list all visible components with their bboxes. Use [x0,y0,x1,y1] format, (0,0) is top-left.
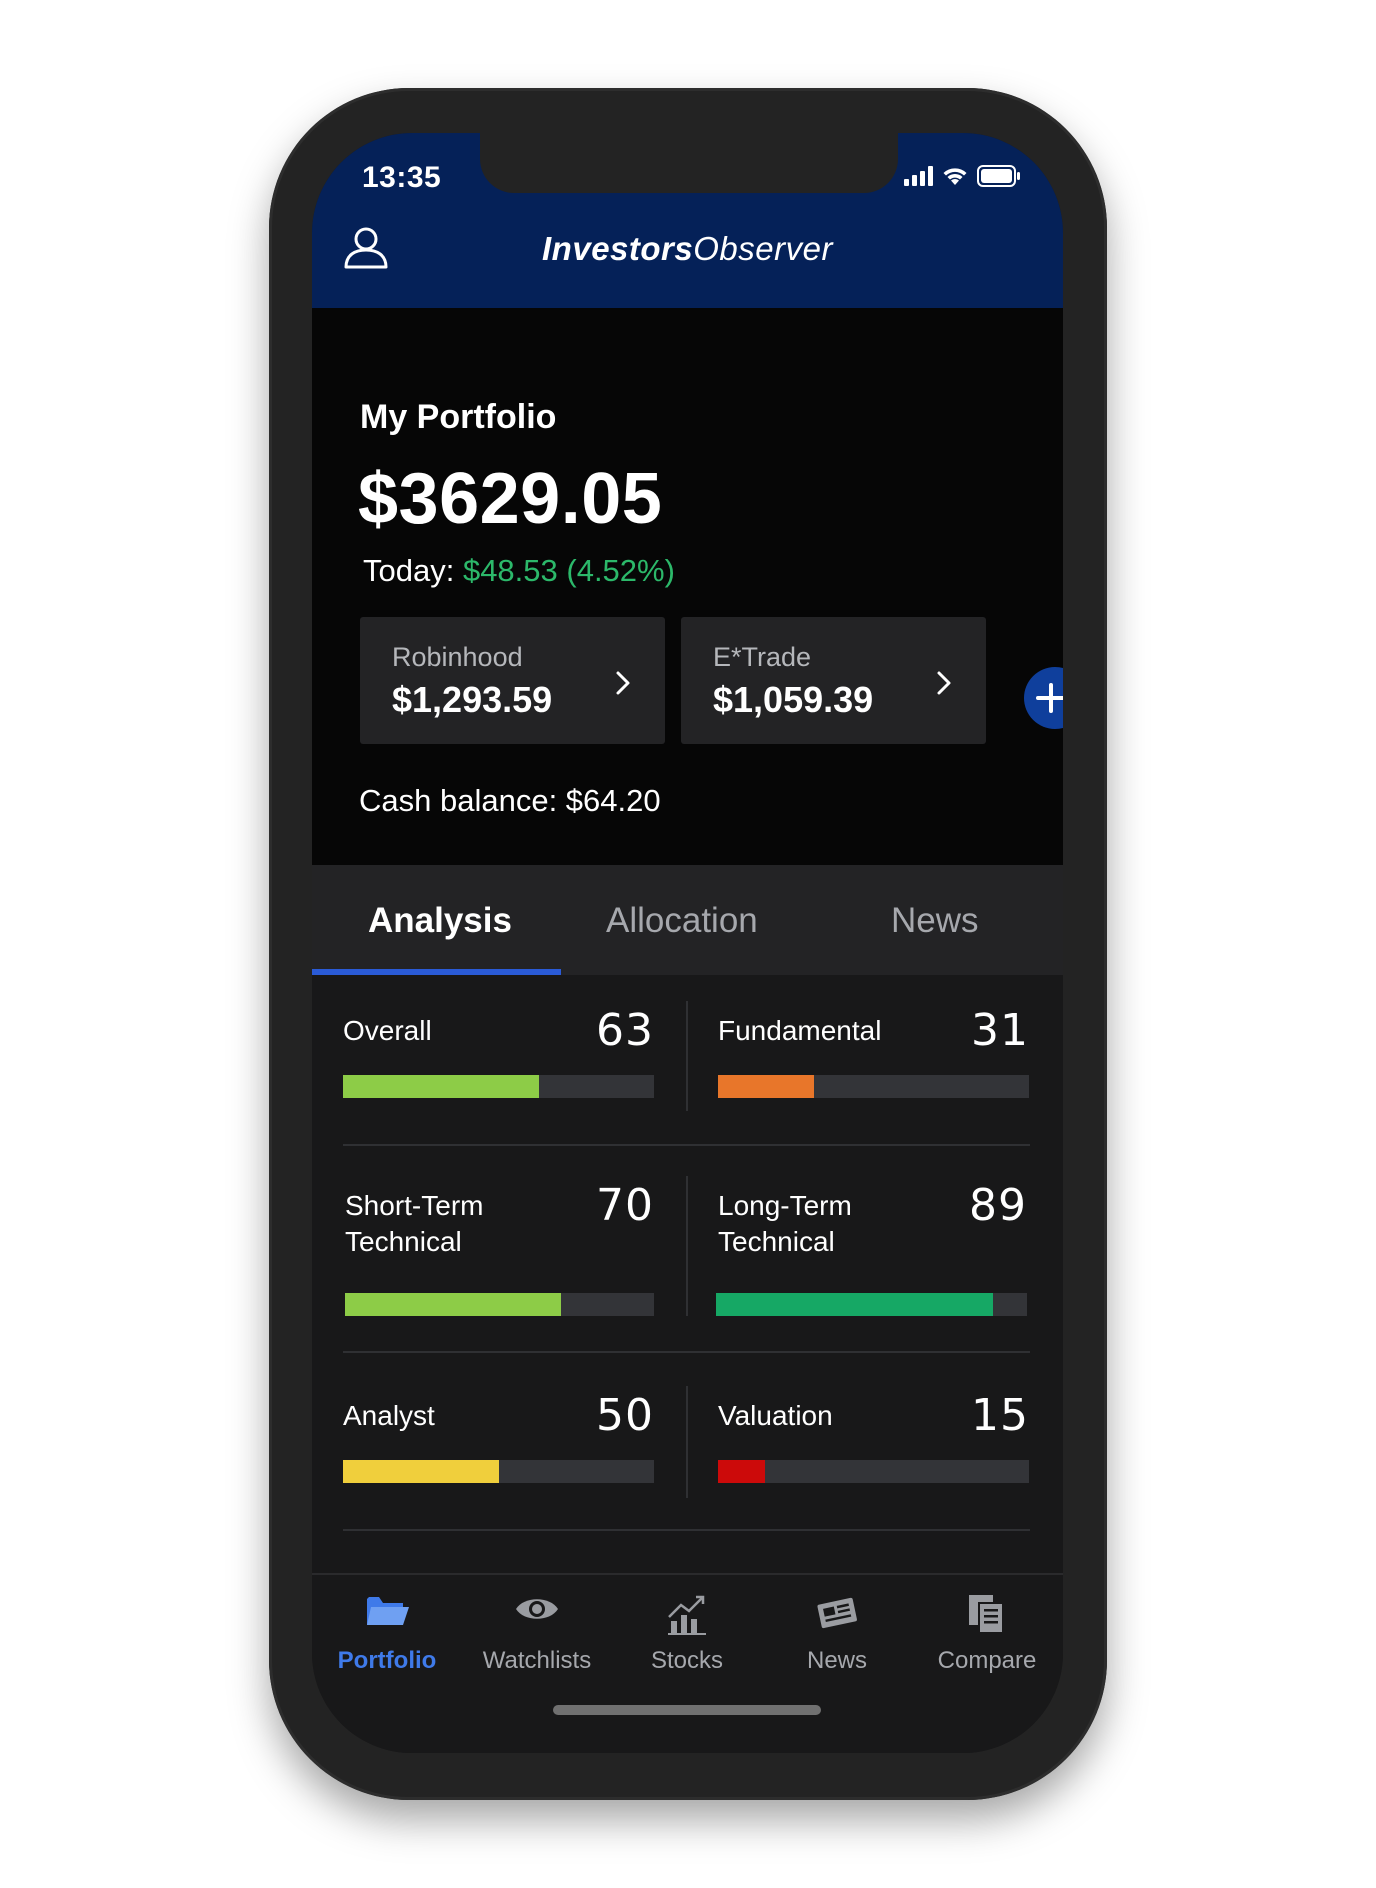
portfolio-value: $3629.05 [358,459,663,539]
column-divider [686,1386,688,1498]
cash-balance: Cash balance: $64.20 [359,783,661,818]
portfolio-summary: My Portfolio $3629.05 Today: $48.53 (4.5… [312,308,1063,865]
account-card-robinhood[interactable]: Robinhood $1,293.59 [360,617,665,744]
score-value: 63 [596,1005,654,1056]
investorsobserver-logo: InvestorsObserver [542,230,833,267]
column-divider [686,1176,688,1316]
score-value: 89 [969,1180,1027,1231]
score-value: 70 [596,1180,654,1231]
phone-notch [480,133,898,193]
score-value: 15 [971,1390,1029,1441]
battery-icon [977,165,1020,187]
today-change-value: $48.53 (4.52%) [462,553,675,588]
score-bar [343,1075,654,1098]
score-bar-fill [345,1293,562,1316]
account-name: Robinhood [392,642,523,672]
status-icons [904,165,1021,187]
score-label: Overall [343,1015,432,1046]
portfolio-title: My Portfolio [360,398,557,436]
score-bar-fill [343,1075,539,1098]
wifi-icon [943,168,967,185]
score-label: Short-Term Technical [345,1190,484,1257]
column-divider [686,1001,688,1111]
add-account-button[interactable] [1024,667,1063,729]
score-label: Long-Term Technical [718,1190,852,1257]
row-divider [343,1529,1030,1531]
app-screen: 13:35 InvestorsObserver My Portfolio $36… [312,133,1063,1753]
compare-documents-icon [969,1595,1004,1634]
row-divider [343,1144,1030,1146]
folder-icon [367,1597,409,1625]
score-bar-fill [716,1293,993,1316]
chevron-right-icon [937,671,951,695]
tab-analysis[interactable]: Analysis [368,901,512,941]
portfolio-tabs: Analysis Allocation News [312,865,1063,975]
phone-frame: 13:35 InvestorsObserver My Portfolio $36… [269,88,1107,1800]
score-bar-fill [718,1460,765,1483]
score-bar [716,1293,1027,1316]
today-change: Today: $48.53 (4.52%) [363,553,675,588]
score-label: Analyst [343,1400,435,1431]
score-bar [718,1075,1029,1098]
account-card-etrade[interactable]: E*Trade $1,059.39 [681,617,986,744]
account-balance: $1,293.59 [392,679,553,720]
row-divider [343,1351,1030,1353]
app-header: 13:35 InvestorsObserver [312,133,1063,308]
home-indicator[interactable] [553,1705,821,1715]
score-label: Fundamental [718,1015,882,1046]
tab-allocation[interactable]: Allocation [606,901,758,941]
status-time: 13:35 [362,161,442,194]
account-name: E*Trade [713,642,812,672]
score-bar [345,1293,654,1316]
plus-icon [1036,683,1063,713]
eye-icon [516,1599,558,1619]
bottom-nav: Portfolio Watchlists Stocks News Compare [312,1573,1063,1753]
chevron-right-icon [616,671,630,695]
score-bar-fill [718,1075,815,1098]
newspaper-icon [817,1597,857,1629]
score-bar-fill [343,1460,499,1483]
active-tab-indicator [312,969,561,975]
score-value: 31 [971,1005,1029,1056]
stock-chart-icon [668,1595,706,1635]
tab-news[interactable]: News [891,901,979,941]
score-value: 50 [596,1390,654,1441]
score-label: Valuation [718,1400,833,1431]
account-balance: $1,059.39 [713,679,874,720]
score-bar [718,1460,1029,1483]
cellular-signal-icon [904,166,933,186]
score-bar [343,1460,654,1483]
